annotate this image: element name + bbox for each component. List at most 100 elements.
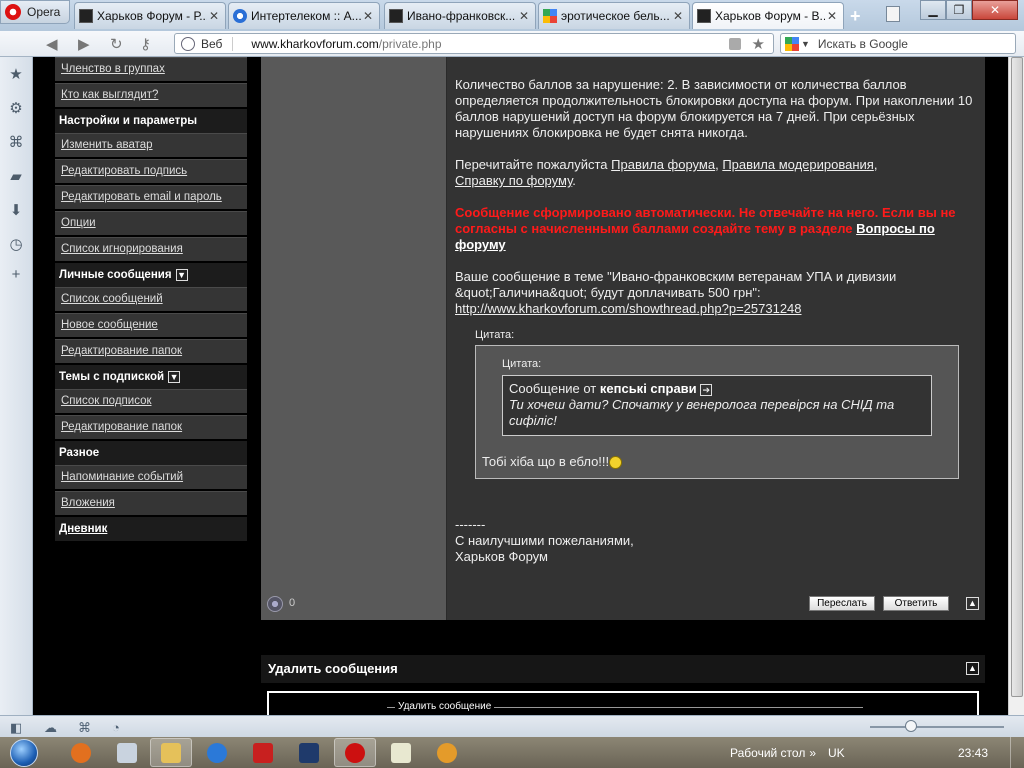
rss-icon[interactable] — [729, 38, 741, 50]
taskbar-notepad[interactable] — [380, 738, 422, 767]
browser-tab[interactable]: Харьков Форум - Р... ✕ — [74, 2, 226, 29]
reload-icon[interactable]: ↻ — [110, 35, 123, 53]
taskbar-photoshop[interactable] — [288, 738, 330, 767]
nav-link[interactable]: Опции — [55, 211, 247, 235]
attachment-count: 0 — [289, 597, 296, 609]
collapse-arrow-icon[interactable]: ▼ — [175, 269, 188, 281]
start-button[interactable] — [4, 737, 44, 768]
nav-link[interactable]: Изменить аватар — [55, 133, 247, 157]
forward-arrow-icon[interactable]: ▶ — [78, 35, 90, 53]
nav-link[interactable]: Список сообщений — [55, 287, 247, 311]
outer-quote: Цитата: Сообщение от кепські справи ➔ Ти… — [475, 345, 959, 479]
nav-link[interactable]: Напоминание событий — [55, 465, 247, 489]
panel-toggle-icon[interactable]: ◧ — [10, 720, 22, 736]
share-icon[interactable]: ⌘ — [8, 135, 24, 151]
nav-link[interactable]: Редактировать email и пароль — [55, 185, 247, 209]
bookmark-star-icon[interactable]: ★ — [752, 35, 765, 53]
nav-link[interactable]: Членство в группах — [55, 57, 247, 81]
taskbar-filezilla[interactable] — [242, 738, 284, 767]
clock[interactable]: 23:43 — [958, 746, 988, 760]
calculator-icon — [117, 742, 137, 763]
forward-button[interactable]: Переслать — [809, 596, 875, 611]
auto-warning: Сообщение сформировано автоматически. Не… — [455, 205, 981, 253]
nav-link[interactable]: Редактировать подпись — [55, 159, 247, 183]
zoom-slider[interactable] — [870, 726, 1004, 728]
trash-icon[interactable] — [886, 6, 900, 22]
new-tab-button[interactable]: + — [850, 6, 861, 27]
navigation-bar: ◀ ▶ ↻ ⚷ Веб www.kharkovforum.com /privat… — [0, 31, 1024, 57]
add-panel-icon[interactable]: + — [8, 267, 24, 283]
browser-tab[interactable]: Интертелеком :: А... ✕ — [228, 2, 380, 29]
browser-tab[interactable]: Харьков Форум - В... ✕ — [692, 2, 844, 29]
rules-link[interactable]: Правила форума — [611, 157, 715, 172]
post-footer: 0 Переслать Ответить ▲ — [261, 593, 985, 620]
minimize-button[interactable]: ▁ — [920, 0, 946, 20]
tab-close-icon[interactable]: ✕ — [207, 9, 221, 23]
speed-icon[interactable]: ◔ — [112, 720, 120, 735]
back-arrow-icon[interactable]: ◀ — [46, 35, 58, 53]
window-close-button[interactable]: ✕ — [972, 0, 1018, 20]
nav-link[interactable]: Вложения — [55, 491, 247, 515]
view-post-icon[interactable]: ➔ — [700, 383, 713, 396]
nav-link[interactable]: Список игнорирования — [55, 237, 247, 261]
taskbar-internet-explorer[interactable] — [196, 738, 238, 767]
vertical-scrollbar[interactable] — [1008, 57, 1024, 715]
nav-link[interactable]: Кто как выглядит? — [55, 83, 247, 107]
points-paragraph: Количество баллов за нарушение: 2. В зав… — [455, 77, 973, 140]
search-input[interactable]: ▼ Искать в Google — [780, 33, 1016, 54]
desktop-toolbar[interactable]: Рабочий стол — [730, 746, 805, 760]
moderation-rules-link[interactable]: Правила модерирования — [722, 157, 874, 172]
opera-menu-label: Opera — [27, 5, 61, 19]
reply-button[interactable]: Ответить — [883, 596, 949, 611]
collapse-arrow-icon[interactable]: ▼ — [168, 371, 181, 383]
address-field[interactable]: Веб www.kharkovforum.com /private.php ★ — [174, 33, 774, 54]
nav-link[interactable]: Список подписок — [55, 389, 247, 413]
turbo-icon[interactable]: ⌘ — [78, 720, 91, 736]
taskbar-firefox[interactable] — [60, 738, 102, 767]
topic-url-link[interactable]: http://www.kharkovforum.com/showthread.p… — [455, 301, 802, 316]
key-icon[interactable]: ⚷ — [140, 35, 151, 53]
nav-section-header[interactable]: Дневник — [55, 517, 247, 541]
tab-close-icon[interactable]: ✕ — [517, 9, 531, 23]
notes-icon[interactable]: ▰ — [8, 169, 24, 185]
taskbar-calculator[interactable] — [106, 738, 148, 767]
windows-logo-icon — [10, 738, 38, 767]
forum-help-link[interactable]: Справку по форуму — [455, 173, 572, 188]
collapse-icon[interactable]: ▲ — [966, 662, 979, 675]
browser-status-bar: ◧ ☁ ⌘ ◔ — [0, 715, 1024, 737]
nav-link[interactable]: Новое сообщение — [55, 313, 247, 337]
language-indicator[interactable]: UK — [828, 746, 845, 760]
taskbar-opera[interactable] — [334, 738, 376, 767]
show-desktop-button[interactable] — [1010, 737, 1024, 768]
downloads-icon[interactable]: ⬇ — [8, 203, 24, 219]
taskbar-explorer[interactable] — [150, 738, 192, 767]
zoom-knob[interactable] — [905, 720, 917, 732]
chevron-down-icon[interactable]: ▼ — [801, 39, 810, 49]
inner-quote-label: Цитата: — [502, 358, 542, 370]
scrollbar-thumb[interactable] — [1011, 57, 1023, 697]
scroll-top-icon[interactable]: ▲ — [966, 597, 979, 610]
bookmarks-star-icon[interactable]: ★ — [8, 67, 24, 83]
history-clock-icon[interactable]: ◷ — [8, 237, 24, 253]
double-chevron-icon[interactable]: » — [809, 746, 816, 760]
nav-link[interactable]: Редактирование папок — [55, 339, 247, 363]
period: . — [572, 173, 576, 188]
browser-tab[interactable]: эротическое бель... ✕ — [538, 2, 690, 29]
taskbar-chrome[interactable] — [426, 738, 468, 767]
tab-close-icon[interactable]: ✕ — [825, 9, 839, 23]
opera-side-panel: ★ ⚙ ⌘ ▰ ⬇ ◷ + — [0, 57, 33, 715]
gear-icon[interactable]: ⚙ — [8, 101, 24, 117]
browser-tab[interactable]: Ивано-франковск... ✕ — [384, 2, 536, 29]
internet-explorer-icon — [207, 742, 227, 763]
quote-text: Ти хочеш дати? Спочатку у венеролога пер… — [509, 397, 895, 428]
opera-menu-button[interactable]: Opera — [0, 0, 70, 24]
tab-close-icon[interactable]: ✕ — [671, 9, 685, 23]
chrome-icon — [437, 742, 457, 763]
unite-cloud-icon[interactable]: ☁ — [44, 720, 57, 736]
tab-close-icon[interactable]: ✕ — [361, 9, 375, 23]
system-tray: Рабочий стол » UK — [730, 737, 845, 768]
web-page: Членство в группах Кто как выглядит? Настр… — [33, 57, 1008, 715]
nav-link[interactable]: Редактирование папок — [55, 415, 247, 439]
quote-label: Цитата: — [475, 329, 515, 341]
maximize-button[interactable]: ❐ — [946, 0, 972, 20]
